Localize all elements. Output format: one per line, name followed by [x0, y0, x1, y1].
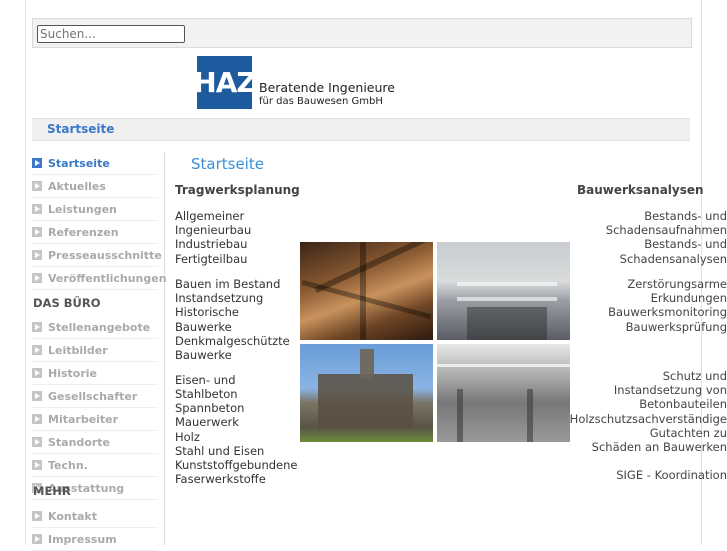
arrow-right-icon: [32, 414, 42, 424]
sidebar-item-kontakt[interactable]: Kontakt: [32, 505, 158, 528]
logo-text-line2: für das Bauwesen GmbH: [259, 96, 383, 107]
sidebar: Startseite Aktuelles Leistungen Referenz…: [32, 152, 167, 551]
analysis-line[interactable]: Zerstörungsarme: [567, 277, 727, 291]
bauwerksanalysen-heading: Bauwerksanalysen: [577, 183, 704, 197]
service-line[interactable]: Stahl und Eisen: [175, 444, 264, 458]
analysis-line[interactable]: Bauwerksmonitoring: [567, 305, 727, 319]
sidebar-item-techn[interactable]: Techn.: [32, 454, 158, 477]
arrow-right-icon: [32, 322, 42, 332]
service-line[interactable]: Spannbeton: [175, 401, 244, 415]
page-title: Startseite: [191, 155, 264, 173]
service-line[interactable]: Allgemeiner: [175, 209, 244, 223]
breadcrumb-bar: [32, 118, 690, 141]
sidebar-item-leistungen[interactable]: Leistungen: [32, 198, 158, 221]
sidebar-item-gesellschafter[interactable]: Gesellschafter: [32, 385, 158, 408]
sidebar-item-presseausschnitte[interactable]: Presseausschnitte: [32, 244, 162, 267]
analysis-line[interactable]: Instandsetzung von: [567, 383, 727, 397]
analysis-line[interactable]: Erkundungen: [567, 291, 727, 305]
analysis-line[interactable]: Schutz und: [567, 369, 727, 383]
arrow-right-icon: [32, 181, 42, 191]
sidebar-item-standorte[interactable]: Standorte: [32, 431, 158, 454]
search-input[interactable]: [37, 25, 185, 43]
service-line[interactable]: Fertigteilbau: [175, 252, 247, 266]
analysis-line[interactable]: SIGE - Koordination: [567, 468, 727, 482]
arrow-right-icon: [32, 204, 42, 214]
photo-timber-roof: [300, 242, 433, 340]
logo-text-line1: Beratende Ingenieure: [259, 80, 395, 95]
service-line[interactable]: Holz: [175, 430, 200, 444]
sidebar-item-mitarbeiter[interactable]: Mitarbeiter: [32, 408, 158, 431]
sidebar-item-stellenangebote[interactable]: Stellenangebote: [32, 316, 158, 339]
analysis-line[interactable]: Schadensanalysen: [567, 252, 727, 266]
sidebar-item-startseite[interactable]: Startseite: [32, 152, 158, 175]
analysis-line[interactable]: Schäden an Bauwerken: [567, 440, 727, 454]
sidebar-item-impressum[interactable]: Impressum: [32, 528, 158, 551]
service-line[interactable]: Denkmalgeschützte: [175, 334, 290, 348]
sidebar-item-leitbilder[interactable]: Leitbilder: [32, 339, 158, 362]
service-line[interactable]: Bauen im Bestand: [175, 277, 280, 291]
arrow-right-icon: [32, 391, 42, 401]
company-logo[interactable]: HAZ Beratende Ingenieure für das Bauwese…: [193, 56, 395, 110]
service-line[interactable]: Faserwerkstoffe: [175, 472, 266, 486]
arrow-right-icon: [32, 437, 42, 447]
sidebar-item-historie[interactable]: Historie: [32, 362, 158, 385]
sidebar-item-referenzen[interactable]: Referenzen: [32, 221, 158, 244]
photo-modern-building: [437, 242, 570, 340]
photo-historic-castle: [300, 344, 433, 442]
service-line[interactable]: Historische: [175, 305, 239, 319]
analysis-line[interactable]: Schadensaufnahmen: [567, 223, 727, 237]
arrow-right-icon: [32, 345, 42, 355]
photo-parking-garage: [437, 344, 570, 442]
service-line[interactable]: Eisen- und: [175, 373, 236, 387]
analysis-line[interactable]: Holzschutzsachverständige: [567, 412, 727, 426]
arrow-right-icon: [32, 368, 42, 378]
analysis-line[interactable]: Gutachten zu: [567, 426, 727, 440]
service-line[interactable]: Industriebau: [175, 237, 247, 251]
sidebar-item-veroeffentlichungen[interactable]: Veröffentlichungen: [32, 267, 167, 290]
analysis-line[interactable]: Bestands- und: [567, 209, 727, 223]
tragwerksplanung-heading: Tragwerksplanung: [175, 183, 300, 197]
analysis-line[interactable]: Bestands- und: [567, 237, 727, 251]
arrow-right-icon: [32, 158, 42, 168]
arrow-right-icon: [32, 534, 42, 544]
sidebar-heading-mehr: MEHR: [33, 484, 71, 498]
analysis-line[interactable]: Bauwerksprüfung: [567, 320, 727, 334]
sidebar-heading-buero: DAS BÜRO: [33, 296, 101, 310]
service-line[interactable]: Instandsetzung: [175, 291, 263, 305]
service-line[interactable]: Bauwerke: [175, 348, 232, 362]
arrow-right-icon: [32, 511, 42, 521]
arrow-right-icon: [32, 250, 42, 260]
service-line[interactable]: Mauerwerk: [175, 415, 239, 429]
arrow-right-icon: [32, 273, 42, 283]
arrow-right-icon: [32, 227, 42, 237]
breadcrumb-startseite[interactable]: Startseite: [47, 122, 114, 136]
logo-mark: HAZ: [193, 56, 257, 109]
arrow-right-icon: [32, 460, 42, 470]
sidebar-item-aktuelles[interactable]: Aktuelles: [32, 175, 158, 198]
analysis-line[interactable]: Betonbauteilen: [567, 397, 727, 411]
service-line[interactable]: Bauwerke: [175, 320, 232, 334]
service-line[interactable]: Stahlbeton: [175, 387, 238, 401]
service-line[interactable]: Kunststoffgebundene: [175, 458, 298, 472]
service-line[interactable]: Ingenieurbau: [175, 223, 251, 237]
